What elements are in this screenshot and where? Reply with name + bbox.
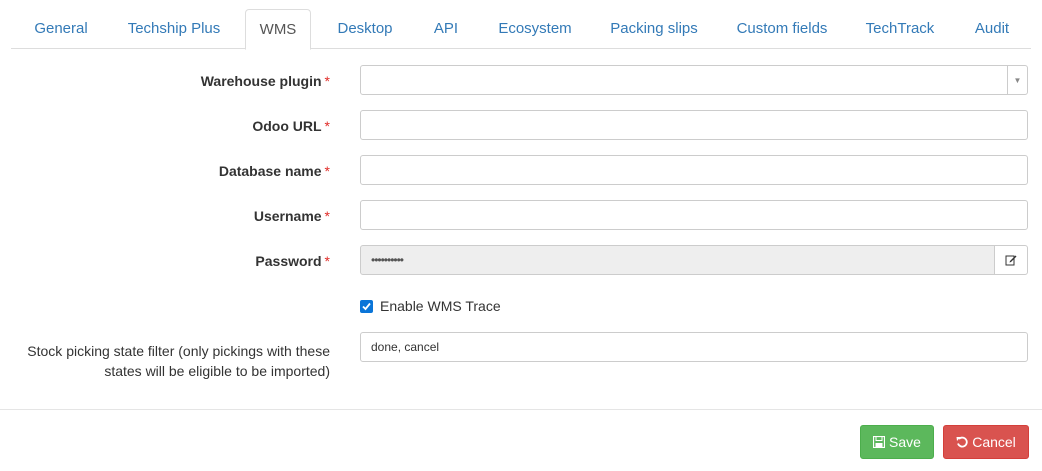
tab-api[interactable]: API [426, 9, 466, 49]
required-marker: * [324, 118, 330, 134]
warehouse-plugin-label: Warehouse plugin * [201, 73, 330, 89]
enable-wms-trace-row: Enable WMS Trace [360, 298, 501, 314]
odoo-url-label: Odoo URL * [252, 118, 330, 134]
required-marker: * [324, 163, 330, 179]
tab-custom-fields[interactable]: Custom fields [730, 9, 834, 49]
username-label-text: Username [253, 208, 322, 224]
tab-desktop[interactable]: Desktop [329, 9, 401, 49]
odoo-url-input[interactable] [360, 110, 1028, 140]
database-name-input[interactable] [360, 155, 1028, 185]
stock-filter-input[interactable] [360, 332, 1028, 362]
enable-wms-trace-label[interactable]: Enable WMS Trace [380, 298, 501, 314]
save-button-label: Save [889, 434, 921, 450]
cancel-button[interactable]: Cancel [943, 425, 1029, 459]
username-label: Username * [254, 208, 330, 224]
save-icon [873, 436, 886, 448]
password-field-group: •••••••••• [360, 245, 1028, 275]
required-marker: * [324, 208, 330, 224]
warehouse-plugin-select[interactable]: ▼ [360, 65, 1028, 95]
password-label: Password * [255, 253, 330, 269]
stock-filter-label-line2: states will be eligible to be imported) [104, 363, 330, 379]
save-button[interactable]: Save [860, 425, 934, 459]
check-icon [362, 302, 371, 310]
tab-bar: General Techship Plus WMS Desktop API Ec… [11, 9, 1031, 50]
tab-techship-plus[interactable]: Techship Plus [121, 9, 227, 49]
password-input[interactable]: •••••••••• [360, 245, 995, 275]
undo-icon [956, 436, 968, 448]
stock-filter-label-line1: Stock picking state filter (only picking… [27, 343, 330, 359]
footer-divider [0, 409, 1042, 410]
odoo-url-label-text: Odoo URL [252, 118, 322, 134]
tab-wms[interactable]: WMS [245, 9, 311, 50]
required-marker: * [324, 253, 330, 269]
cancel-button-label: Cancel [972, 434, 1016, 450]
password-label-text: Password [255, 253, 322, 269]
username-input[interactable] [360, 200, 1028, 230]
tab-general[interactable]: General [19, 9, 103, 49]
database-name-label-text: Database name [218, 163, 322, 179]
tab-ecosystem[interactable]: Ecosystem [492, 9, 578, 49]
chevron-down-icon: ▼ [1007, 66, 1027, 94]
required-marker: * [324, 73, 330, 89]
password-edit-button[interactable] [994, 245, 1028, 275]
tab-packing-slips[interactable]: Packing slips [604, 9, 704, 49]
tab-techtrack[interactable]: TechTrack [859, 9, 941, 49]
database-name-label: Database name * [219, 163, 330, 179]
tab-audit[interactable]: Audit [966, 9, 1018, 49]
warehouse-plugin-label-text: Warehouse plugin [200, 73, 322, 89]
stock-filter-label: Stock picking state filter (only picking… [10, 341, 330, 381]
edit-icon [1005, 255, 1017, 266]
enable-wms-trace-checkbox[interactable] [360, 299, 373, 313]
